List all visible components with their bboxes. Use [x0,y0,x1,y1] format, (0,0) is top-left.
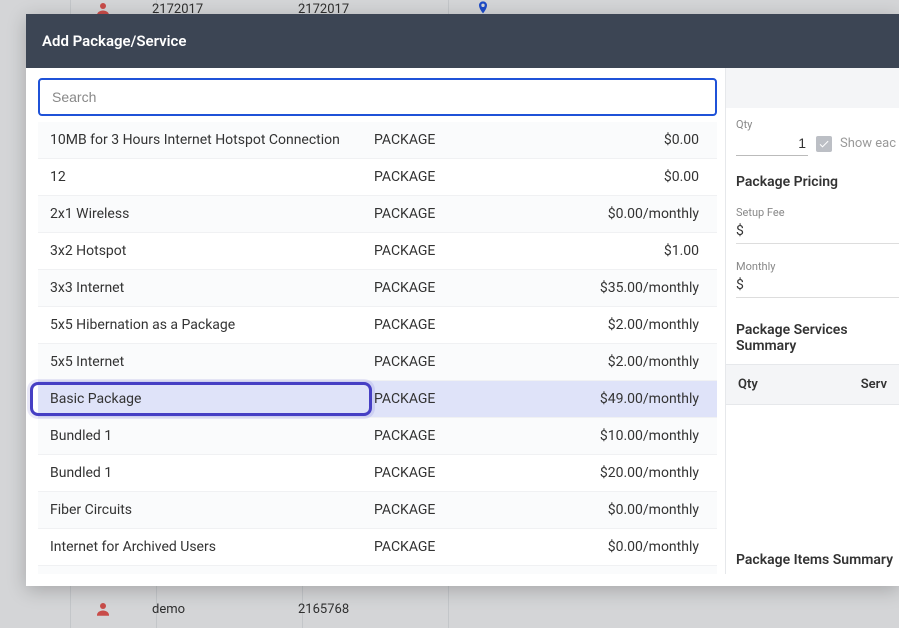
package-name: Basic Package [50,391,374,407]
package-row[interactable]: 5x5 InternetPACKAGE$2.00/monthly [38,344,717,381]
package-list-panel: 10MB for 3 Hours Internet Hotspot Connec… [26,68,725,574]
services-table-header: Qty Serv [726,364,899,405]
modal-title: Add Package/Service [26,14,899,68]
monthly-label: Monthly [736,260,899,273]
package-type: PACKAGE [374,465,514,481]
package-row[interactable]: 10MB for 3 Hours Internet Hotspot Connec… [38,122,717,159]
th-qty: Qty [738,377,818,392]
package-type: PACKAGE [374,317,514,333]
qty-label: Qty [736,118,899,131]
show-each-label: Show eac [840,136,896,151]
package-details-panel: Qty Show eac Package Pricing Setup Fee $… [725,68,899,574]
bk-name: demo [152,602,298,617]
setup-fee-value[interactable]: $ [736,219,899,244]
search-input[interactable] [38,78,717,116]
person-icon [94,600,112,618]
package-name: 10MB for 3 Hours Internet Hotspot Connec… [50,132,374,148]
package-price: $0.00/monthly [514,539,705,555]
package-row[interactable]: 2x1 WirelessPACKAGE$0.00/monthly [38,196,717,233]
package-list[interactable]: 10MB for 3 Hours Internet Hotspot Connec… [38,122,717,574]
qty-input[interactable] [736,131,808,156]
package-type: PACKAGE [374,206,514,222]
package-row[interactable]: 12PACKAGE$0.00 [38,159,717,196]
package-name: Internet for Archived Users [50,539,374,555]
package-name: 2x1 Wireless [50,206,374,222]
add-package-modal: Add Package/Service 10MB for 3 Hours Int… [26,14,899,586]
package-type: PACKAGE [374,502,514,518]
package-type: PACKAGE [374,428,514,444]
package-price: $10.00/monthly [514,428,705,444]
monthly-value[interactable]: $ [736,273,899,298]
package-name: 12 [50,169,374,185]
package-type: PACKAGE [374,354,514,370]
services-summary-title: Package Services Summary [736,322,899,354]
package-row[interactable]: Bundled 1PACKAGE$20.00/monthly [38,455,717,492]
package-price: $2.00/monthly [514,317,705,333]
package-row[interactable]: Fiber CircuitsPACKAGE$0.00/monthly [38,492,717,529]
package-price: $1.00 [514,243,705,259]
package-price: $2.00/monthly [514,354,705,370]
show-each-checkbox[interactable] [816,136,832,152]
th-serv: Serv [818,377,887,392]
package-name: 3x3 Internet [50,280,374,296]
package-price: $49.00/monthly [514,391,705,407]
package-name: Bundled 1 [50,428,374,444]
package-price: $20.00/monthly [514,465,705,481]
package-price: $0.00/monthly [514,206,705,222]
package-type: PACKAGE [374,391,514,407]
package-row[interactable]: Bundled 1PACKAGE$10.00/monthly [38,418,717,455]
modal-footer [26,574,899,586]
package-price: $0.00 [514,132,705,148]
package-row[interactable]: Internet for Archived UsersPACKAGE$0.00/… [38,529,717,566]
package-name: 3x2 Hotspot [50,243,374,259]
package-row[interactable]: 3x3 InternetPACKAGE$35.00/monthly [38,270,717,307]
package-row[interactable]: 3x2 HotspotPACKAGE$1.00 [38,233,717,270]
package-type: PACKAGE [374,280,514,296]
items-summary-title: Package Items Summary [736,552,899,568]
package-name: Bundled 1 [50,465,374,481]
package-row[interactable]: Basic PackagePACKAGE$49.00/monthly [38,381,717,418]
package-price: $0.00/monthly [514,502,705,518]
setup-fee-label: Setup Fee [736,206,899,219]
package-type: PACKAGE [374,243,514,259]
package-name: 5x5 Hibernation as a Package [50,317,374,333]
bk-num: 2165768 [298,602,444,617]
package-row[interactable]: 5x5 Hibernation as a PackagePACKAGE$2.00… [38,307,717,344]
package-type: PACKAGE [374,539,514,555]
package-type: PACKAGE [374,132,514,148]
package-name: Fiber Circuits [50,502,374,518]
package-price: $35.00/monthly [514,280,705,296]
pricing-title: Package Pricing [736,174,899,190]
package-row[interactable]: LTE PackagePACKAGE$20.00/monthly [38,566,717,574]
package-price: $0.00 [514,169,705,185]
package-name: 5x5 Internet [50,354,374,370]
package-type: PACKAGE [374,169,514,185]
